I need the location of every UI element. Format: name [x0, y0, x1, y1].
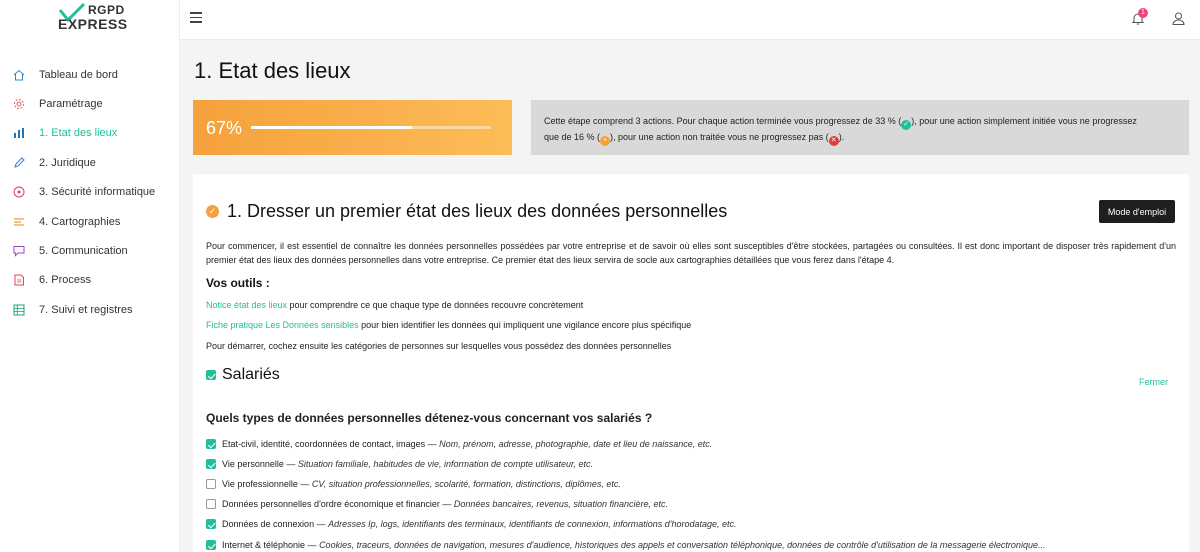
sidebar-item-label: 4. Cartographies [39, 215, 121, 228]
section-title-text: 1. Dresser un premier état des lieux des… [227, 201, 728, 221]
sidebar-item-cartographies[interactable]: 4. Cartographies [0, 207, 180, 236]
chat-icon [12, 244, 26, 258]
data-type-option[interactable]: Vie personnelle — Situation familiale, h… [206, 459, 593, 469]
progress-info: Cette étape comprend 3 actions. Pour cha… [531, 100, 1189, 155]
start-instruction: Pour démarrer, cochez ensuite les catégo… [206, 341, 672, 351]
sidebar-item-label: Tableau de bord [39, 68, 118, 81]
logo[interactable]: RGPD EXPRESS [0, 0, 179, 40]
sidebar-item-label: Paramétrage [39, 98, 103, 111]
sidebar-item-label: 3. Sécurité informatique [39, 186, 156, 199]
document-icon [12, 273, 26, 287]
security-icon [12, 185, 26, 199]
logo-line1: RGPD [88, 3, 125, 17]
option-description: Situation familiale, habitudes de vie, i… [297, 459, 594, 469]
progress-bar-fill [251, 126, 412, 129]
tool-line: Notice état des lieux pour comprendre ce… [206, 300, 583, 310]
sidebar-item-juridique[interactable]: 2. Juridique [0, 148, 180, 177]
option-description: Nom, prénom, adresse, photographie, date… [439, 439, 713, 449]
sidebar-item-etat-des-lieux[interactable]: 1. Etat des lieux [0, 119, 180, 148]
info-text: Cette étape comprend 3 actions. Pour cha… [544, 116, 902, 126]
page-title: 1. Etat des lieux [194, 58, 351, 83]
mode-emploi-button[interactable]: Mode d'emploi [1099, 200, 1175, 223]
sidebar-item-communication[interactable]: 5. Communication [0, 236, 180, 265]
sidebar-nav: Tableau de bord Paramétrage 1. Etat des … [0, 60, 180, 325]
section-title: ✓ 1. Dresser un premier état des lieux d… [206, 201, 727, 222]
sidebar-item-label: 7. Suivi et registres [39, 303, 133, 316]
option-checkbox[interactable] [206, 519, 216, 529]
option-label: Internet & téléphonie — [222, 540, 320, 550]
data-type-option[interactable]: Données personnelles d'ordre économique … [206, 499, 668, 509]
option-checkbox[interactable] [206, 439, 216, 449]
progress-percentage: 67% [206, 118, 243, 138]
intro-text: Pour commencer, il est essentiel de conn… [206, 241, 1176, 265]
data-type-option[interactable]: Données de connexion — Adresses Ip, logs… [206, 519, 737, 529]
not-started-status-icon: ✕ [828, 136, 839, 146]
option-checkbox[interactable] [206, 499, 216, 509]
tool-description: pour bien identifier les données qui imp… [358, 320, 692, 330]
progress-bar [251, 126, 491, 129]
notification-badge: 1 [1138, 8, 1148, 18]
info-text: ), pour une action simplement initiée vo… [911, 116, 1137, 126]
in-progress-status-icon: • [600, 136, 611, 146]
sidebar-item-suivi-et-registres[interactable]: 7. Suivi et registres [0, 295, 180, 324]
home-icon [12, 68, 26, 82]
option-label: Données de connexion — [222, 519, 329, 529]
category-checkbox[interactable] [206, 370, 216, 380]
option-description: Adresses Ip, logs, identifiants des term… [328, 519, 737, 529]
data-type-option[interactable]: Vie professionnelle — CV, situation prof… [206, 479, 621, 489]
option-checkbox[interactable] [206, 479, 216, 489]
option-label: Données personnelles d'ordre économique … [222, 499, 454, 509]
option-description: CV, situation professionnelles, scolarit… [311, 479, 621, 489]
close-link[interactable]: Fermer [1139, 377, 1168, 387]
option-label: Etat-civil, identité, coordonnées de con… [222, 439, 440, 449]
info-text: que de 16 % ( [544, 132, 601, 142]
category-label: Salariés [222, 366, 280, 383]
sidebar-item-securite-informatique[interactable]: 3. Sécurité informatique [0, 178, 180, 207]
option-checkbox[interactable] [206, 540, 216, 550]
topbar: 1 [180, 0, 1200, 40]
bar-chart-icon [12, 126, 26, 140]
option-label: Vie personnelle — [222, 459, 298, 469]
sidebar-item-parametrage[interactable]: Paramétrage [0, 89, 180, 118]
user-icon[interactable] [1172, 12, 1185, 25]
notice-link[interactable]: Notice état des lieux [206, 300, 287, 310]
option-checkbox[interactable] [206, 459, 216, 469]
sidebar-item-tableau-de-bord[interactable]: Tableau de bord [0, 60, 180, 89]
data-type-option[interactable]: Etat-civil, identité, coordonnées de con… [206, 439, 712, 449]
done-status-icon: ✓ [901, 120, 912, 130]
logo-line2: EXPRESS [58, 16, 128, 32]
sidebar-item-label: 6. Process [39, 274, 91, 287]
sidebar-item-label: 2. Juridique [39, 156, 96, 169]
table-icon [12, 303, 26, 317]
option-description: Données bancaires, revenus, situation fi… [453, 499, 668, 509]
tools-heading: Vos outils : [206, 276, 270, 290]
tool-line: Fiche pratique Les Données sensibles pou… [206, 320, 691, 330]
sidebar-item-process[interactable]: 6. Process [0, 266, 180, 295]
info-text: ). [838, 132, 845, 142]
sidebar-item-label: 1. Etat des lieux [39, 127, 118, 140]
pencil-icon [12, 156, 26, 170]
in-progress-status-icon: ✓ [206, 205, 219, 218]
sidebar: RGPD EXPRESS Tableau de bord Paramétrage… [0, 0, 180, 552]
info-text: ), pour une action non traitée vous ne p… [610, 132, 829, 142]
sidebar-item-label: 5. Communication [39, 245, 128, 258]
gear-icon [12, 97, 26, 111]
tool-description: pour comprendre ce que chaque type de do… [287, 300, 584, 310]
question-heading: Quels types de données personnelles déte… [206, 411, 653, 425]
action-card: ✓ 1. Dresser un premier état des lieux d… [193, 174, 1189, 552]
menu-toggle-icon[interactable] [190, 12, 202, 23]
option-description: Cookies, traceurs, données de navigation… [319, 540, 1046, 550]
progress-panel: 67% [193, 100, 512, 155]
fiche-pratique-link[interactable]: Fiche pratique Les Données sensibles [206, 320, 359, 330]
data-type-option[interactable]: Internet & téléphonie — Cookies, traceur… [206, 540, 1045, 550]
map-icon [12, 215, 26, 229]
category-salaries[interactable]: Salariés [206, 366, 280, 384]
option-label: Vie professionnelle — [222, 479, 312, 489]
